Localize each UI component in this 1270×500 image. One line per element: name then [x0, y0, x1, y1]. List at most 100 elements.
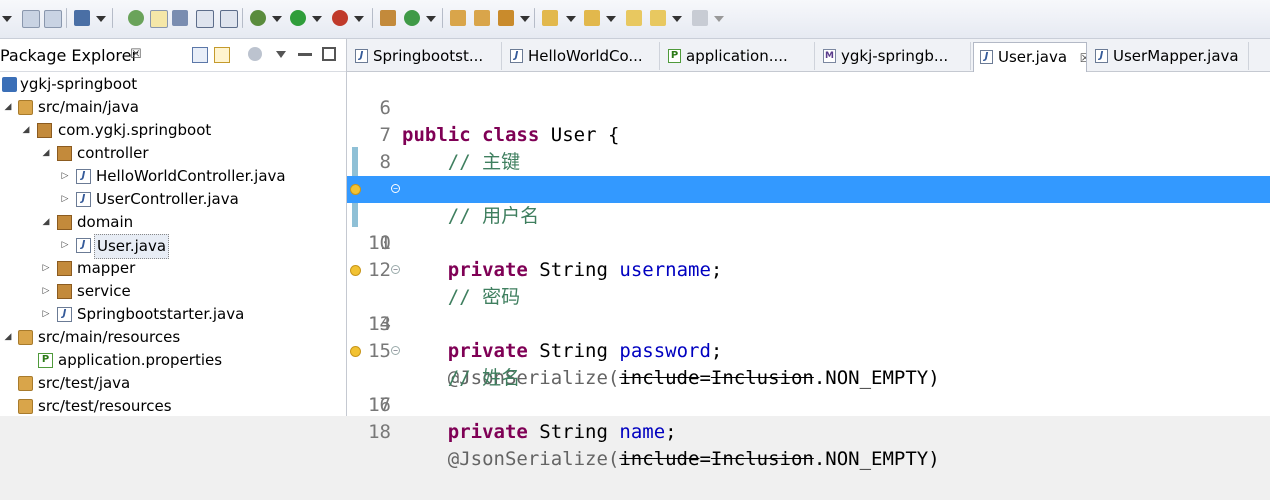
prev-annotation-icon[interactable] [584, 10, 600, 26]
tab-label: application.... [686, 47, 788, 65]
properties-file-icon: P [38, 353, 53, 368]
tab-springbootstarter[interactable]: J Springbootst... [349, 42, 502, 70]
warning-icon[interactable] [350, 346, 361, 357]
tab-pom[interactable]: M ygkj-springb... [817, 42, 971, 70]
maven-pom-icon: M [823, 49, 836, 63]
collapsed-twisty-icon[interactable]: ▷ [40, 280, 52, 303]
external-tools-icon[interactable] [128, 10, 144, 26]
view-menu-icon[interactable] [276, 51, 286, 58]
code-line: 13 − @JsonSerialize(include=Inclusion.NO… [347, 257, 1270, 389]
code-line: 14 private String password; [347, 284, 1270, 362]
run-icon[interactable] [290, 10, 306, 26]
code-line: 16 − @JsonSerialize(include=Inclusion.NO… [347, 338, 1270, 470]
search-icon[interactable] [498, 10, 514, 26]
fold-toggle-icon[interactable]: − [391, 184, 400, 193]
forward-icon[interactable] [692, 10, 708, 26]
forward-dropdown-icon[interactable] [714, 16, 724, 22]
source-folder-icon [18, 100, 33, 115]
new-java-package-icon[interactable] [380, 10, 396, 26]
java-file-icon: J [980, 50, 993, 64]
package-icon [57, 146, 72, 161]
toggle-block-icon[interactable] [172, 10, 188, 26]
package-icon [57, 215, 72, 230]
expanded-twisty-icon[interactable]: ◢ [2, 326, 14, 349]
run-dropdown-icon[interactable] [312, 16, 322, 22]
back-dropdown-icon[interactable] [672, 16, 682, 22]
debug-icon[interactable] [250, 10, 266, 26]
new-java-class-icon[interactable] [404, 10, 420, 26]
prev-annotation-dropdown-icon[interactable] [606, 16, 616, 22]
open-type-icon[interactable] [450, 10, 466, 26]
tree-item-label: Springbootstarter.java [77, 305, 245, 323]
tab-usermapper[interactable]: J UserMapper.java [1089, 42, 1249, 70]
next-annotation-dropdown-icon[interactable] [566, 16, 576, 22]
code-line: 11 private String username; [347, 203, 1270, 281]
java-file-icon: J [355, 49, 368, 63]
tree-item-label: controller [77, 144, 149, 162]
mark-occurrences-icon[interactable] [150, 10, 168, 28]
collapsed-twisty-icon[interactable]: ▷ [59, 188, 71, 211]
last-edit-icon[interactable] [626, 10, 642, 26]
code-line-selected: 10 − @JsonSerialize(include=Inclusion.NO… [347, 176, 1270, 308]
focus-task-icon[interactable] [248, 47, 262, 61]
back-icon[interactable] [650, 10, 666, 26]
package-explorer-title[interactable]: Package Explorer [0, 46, 138, 65]
toolbar-separator [112, 8, 113, 28]
search-dropdown-icon[interactable] [520, 16, 530, 22]
word-wrap-icon[interactable] [220, 10, 238, 28]
code-line: 15 // 姓名 [347, 311, 1270, 389]
java-file-icon: J [510, 49, 523, 63]
tree-item-label: ygkj-springboot [20, 75, 138, 93]
coverage-dropdown-icon[interactable] [354, 16, 364, 22]
code-line: 18 [347, 392, 1270, 443]
fold-toggle-icon[interactable]: − [391, 346, 400, 355]
tab-label: Springbootst... [373, 47, 484, 65]
toolbar-separator [442, 8, 443, 28]
tab-application-properties[interactable]: P application.... [662, 42, 815, 70]
fold-toggle-icon[interactable]: − [391, 265, 400, 274]
java-file-icon: J [57, 307, 72, 322]
collapsed-twisty-icon[interactable]: ▷ [59, 234, 71, 257]
open-task-icon[interactable] [474, 10, 490, 26]
collapsed-twisty-icon[interactable]: ▷ [59, 165, 71, 188]
maximize-icon[interactable] [322, 47, 336, 61]
tree-item-label: src/test/resources [38, 397, 172, 415]
collapsed-twisty-icon[interactable]: ▷ [40, 303, 52, 326]
toolbar-separator [242, 8, 243, 28]
tree-item-label: domain [77, 213, 134, 231]
coverage-icon[interactable] [332, 10, 348, 26]
collapse-all-icon[interactable] [192, 47, 208, 63]
new-dropdown-icon[interactable] [2, 16, 12, 22]
tab-helloworldcontroller[interactable]: J HelloWorldCo... [504, 42, 660, 70]
package-explorer-header: Package Explorer ☒ [0, 39, 346, 72]
print-icon[interactable] [74, 10, 90, 26]
save-all-icon[interactable] [44, 10, 62, 28]
expanded-twisty-icon[interactable]: ◢ [2, 96, 14, 119]
close-tab-icon[interactable]: ☒ [1080, 51, 1086, 65]
warning-icon[interactable] [350, 184, 361, 195]
new-dropdown-icon[interactable] [426, 16, 436, 22]
collapsed-twisty-icon[interactable]: ▷ [40, 257, 52, 280]
debug-dropdown-icon[interactable] [272, 16, 282, 22]
tree-item-label: src/test/java [38, 374, 131, 392]
warning-icon[interactable] [350, 265, 361, 276]
tree-item-label: src/main/java [38, 98, 139, 116]
tree-item-label: src/main/resources [38, 328, 181, 346]
toolbar-separator [66, 8, 67, 28]
show-whitespace-icon[interactable] [196, 10, 214, 28]
next-annotation-icon[interactable] [542, 10, 558, 26]
expanded-twisty-icon[interactable]: ◢ [40, 142, 52, 165]
tree-item-label: application.properties [58, 351, 223, 369]
tab-label: HelloWorldCo... [528, 47, 643, 65]
source-folder-icon [18, 399, 33, 414]
link-with-editor-icon[interactable] [214, 47, 230, 63]
toolbar-separator [534, 8, 535, 28]
close-view-icon[interactable]: ☒ [130, 47, 142, 62]
save-icon[interactable] [22, 10, 40, 28]
minimize-icon[interactable] [298, 53, 312, 56]
expanded-twisty-icon[interactable]: ◢ [40, 211, 52, 234]
expanded-twisty-icon[interactable]: ◢ [20, 119, 32, 142]
code-text: @JsonSerialize(include=Inclusion.NON_EMP… [447, 448, 940, 470]
code-line: 17 private String name; [347, 365, 1270, 443]
dropdown-icon[interactable] [96, 16, 106, 22]
